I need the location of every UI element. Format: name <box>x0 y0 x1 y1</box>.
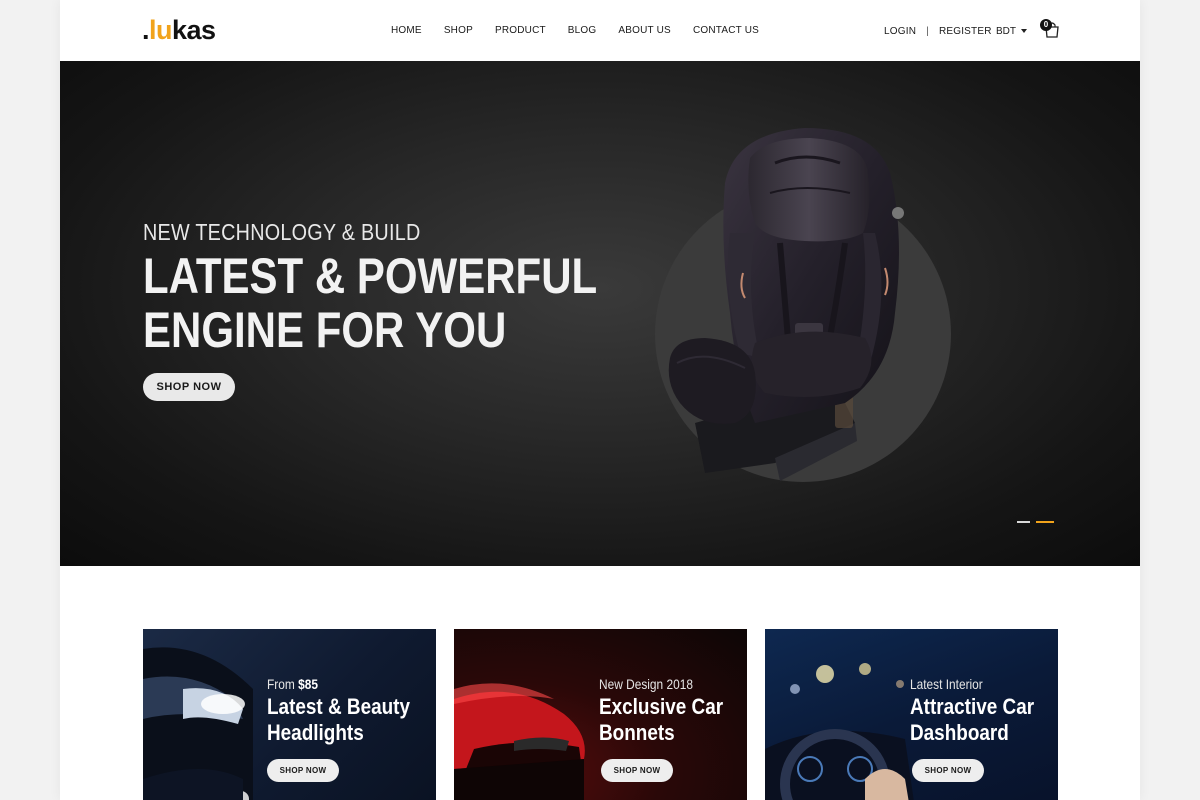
account-links: LOGIN | REGISTER <box>884 22 992 40</box>
banner-dashboard[interactable]: Latest Interior Attractive Car Dashboard… <box>765 629 1058 800</box>
banner-subtitle: New Design 2018 <box>599 676 739 692</box>
banner-subtitle-prefix: New Design 2018 <box>599 676 693 692</box>
banner-shop-now-button[interactable]: SHOP NOW <box>912 759 984 782</box>
nav-about-us[interactable]: ABOUT US <box>618 22 671 40</box>
banner-title-line-1: Attractive Car <box>910 694 1035 719</box>
nav-shop[interactable]: SHOP <box>444 22 473 40</box>
banner-shop-now-button[interactable]: SHOP NOW <box>601 759 673 782</box>
cart-button[interactable]: 0 <box>1040 18 1062 40</box>
banner-title-line-2: Bonnets <box>599 720 675 745</box>
slider-pagination <box>1017 521 1054 523</box>
car-seat-image <box>668 128 904 481</box>
banner-subtitle: From $85 <box>267 676 407 692</box>
banner-title-line-1: Exclusive Car <box>599 694 724 719</box>
nav-blog[interactable]: BLOG <box>568 22 597 40</box>
nav-contact-us[interactable]: CONTACT US <box>693 22 759 40</box>
currency-value: BDT <box>996 25 1016 37</box>
logo-accent-text: lu <box>149 15 173 45</box>
banner-subtitle: Latest Interior <box>910 676 1050 692</box>
banner-title-line-2: Headlights <box>267 720 364 745</box>
logo-dot: . <box>142 15 150 45</box>
brand-logo[interactable]: .lukas <box>142 13 216 47</box>
slider-dot-2[interactable] <box>1036 521 1054 523</box>
account-separator: | <box>926 25 929 37</box>
logo-text: kas <box>172 15 216 45</box>
banner-text: Latest Interior Attractive Car Dashboard <box>910 676 1058 746</box>
banner-price: $85 <box>298 676 318 692</box>
nav-product[interactable]: PRODUCT <box>495 22 546 40</box>
banner-title: Exclusive Car Bonnets <box>599 694 741 746</box>
caret-down-icon <box>1021 29 1027 33</box>
site-header: .lukas HOME SHOP PRODUCT BLOG ABOUT US C… <box>60 0 1140 61</box>
banner-title-line-2: Dashboard <box>910 720 1009 745</box>
hero-subtitle: NEW TECHNOLOGY & BUILD <box>143 219 421 245</box>
login-link[interactable]: LOGIN <box>884 26 916 37</box>
cart-count-badge: 0 <box>1040 19 1052 31</box>
hero-title: LATEST & POWERFUL ENGINE FOR YOU <box>143 249 597 357</box>
banner-title: Latest & Beauty Headlights <box>267 694 411 746</box>
banner-headlights[interactable]: From $85 Latest & Beauty Headlights SHOP… <box>143 629 436 800</box>
page: .lukas HOME SHOP PRODUCT BLOG ABOUT US C… <box>60 0 1140 800</box>
banner-shop-now-button[interactable]: SHOP NOW <box>267 759 339 782</box>
banner-bonnets[interactable]: New Design 2018 Exclusive Car Bonnets SH… <box>454 629 747 800</box>
banner-title: Attractive Car Dashboard <box>910 694 1052 746</box>
currency-selector[interactable]: BDT <box>996 22 1027 40</box>
main-nav: HOME SHOP PRODUCT BLOG ABOUT US CONTACT … <box>391 22 759 40</box>
banner-subtitle-prefix: From <box>267 676 299 692</box>
banner-text: From $85 Latest & Beauty Headlights <box>267 676 432 746</box>
hero-title-line-1: LATEST & POWERFUL <box>143 248 598 304</box>
hero-slider: NEW TECHNOLOGY & BUILD LATEST & POWERFUL… <box>60 61 1140 566</box>
banner-title-line-1: Latest & Beauty <box>267 694 411 719</box>
hero-title-line-2: ENGINE FOR YOU <box>143 302 507 358</box>
nav-home[interactable]: HOME <box>391 22 422 40</box>
slider-dot-1[interactable] <box>1017 521 1030 523</box>
hero-shop-now-button[interactable]: SHOP NOW <box>143 373 235 401</box>
banner-subtitle-prefix: Latest Interior <box>910 676 983 692</box>
banner-text: New Design 2018 Exclusive Car Bonnets <box>599 676 747 746</box>
register-link[interactable]: REGISTER <box>939 26 992 37</box>
